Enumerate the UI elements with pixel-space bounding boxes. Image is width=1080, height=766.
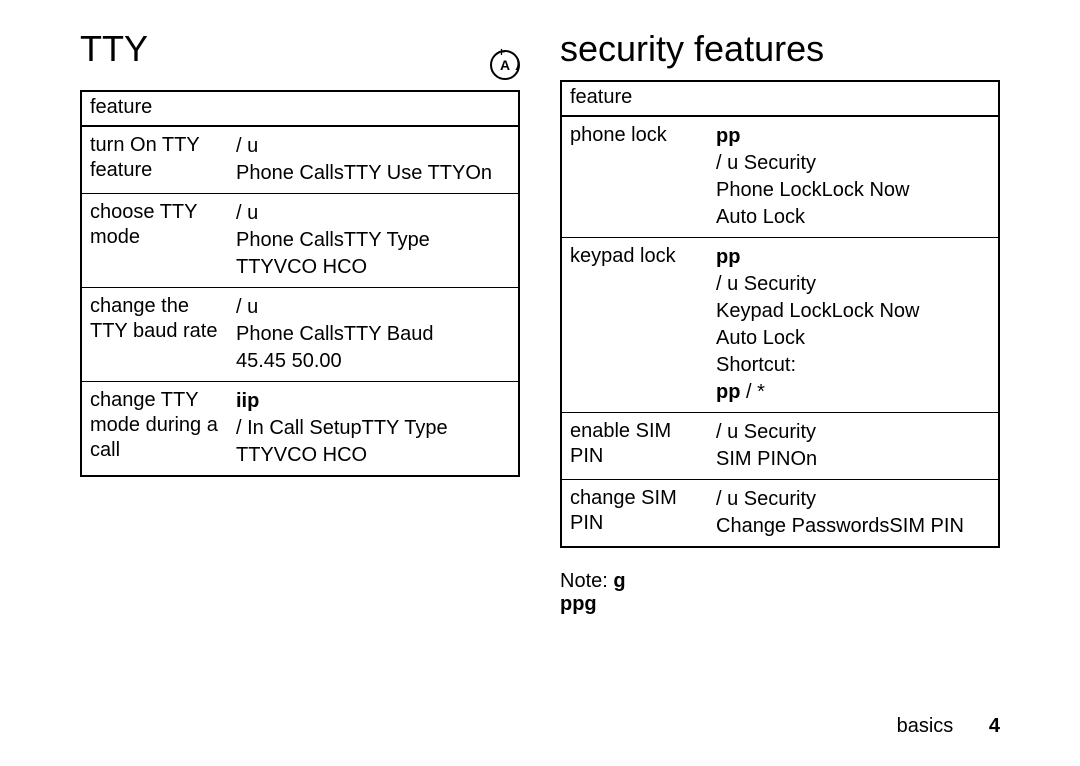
row-label: choose TTY mode	[81, 194, 228, 288]
security-table-header: feature	[561, 81, 999, 116]
note-ppg: ppg	[560, 593, 597, 615]
row-label: change SIM PIN	[561, 480, 708, 548]
paren-icon: )	[515, 54, 520, 70]
row-desc: / u SecuritySIM PINOn	[708, 413, 999, 480]
row-desc: / uPhone CallsTTY Use TTYOn	[228, 126, 519, 194]
security-heading: security features	[560, 28, 1000, 70]
table-row: enable SIM PIN / u SecuritySIM PINOn	[561, 413, 999, 480]
row-desc: / u SecurityChange PasswordsSIM PIN	[708, 480, 999, 548]
tty-table-header: feature	[81, 91, 519, 126]
row-desc: / uPhone CallsTTY Baud 45.45 50.00	[228, 288, 519, 382]
row-desc: pp / u SecurityPhone LockLock NowAuto Lo…	[708, 116, 999, 238]
row-desc: / uPhone CallsTTY Type TTYVCO HCO	[228, 194, 519, 288]
table-row: turn On TTY feature / uPhone CallsTTY Us…	[81, 126, 519, 194]
security-note: Note: g ppg	[560, 570, 1000, 616]
tty-column: TTY + ) feature turn On TTY feature / uP…	[80, 28, 520, 477]
table-row: choose TTY mode / uPhone CallsTTY Type T…	[81, 194, 519, 288]
row-label: change TTY mode during a call	[81, 382, 228, 477]
row-desc: pp / u SecurityKeypad LockLock NowAuto L…	[708, 238, 999, 413]
plus-icon: +	[498, 46, 505, 58]
row-label: enable SIM PIN	[561, 413, 708, 480]
tty-heading: TTY	[80, 28, 148, 70]
row-desc: iip/ In Call SetupTTY Type TTYVCO HCO	[228, 382, 519, 477]
row-label: change the TTY baud rate	[81, 288, 228, 382]
table-row: change SIM PIN / u SecurityChange Passwo…	[561, 480, 999, 548]
accessibility-icon: + )	[490, 50, 520, 80]
table-row: change the TTY baud rate / uPhone CallsT…	[81, 288, 519, 382]
tty-table: feature turn On TTY feature / uPhone Cal…	[80, 90, 520, 477]
footer-section: basics	[897, 715, 954, 737]
note-label: Note:	[560, 570, 613, 592]
table-row: keypad lock pp / u SecurityKeypad LockLo…	[561, 238, 999, 413]
page-footer: basics 4	[897, 715, 1000, 738]
security-table: feature phone lock pp / u SecurityPhone …	[560, 80, 1000, 548]
page: TTY + ) feature turn On TTY feature / uP…	[0, 0, 1080, 766]
footer-page-number: 4	[989, 715, 1000, 737]
tty-heading-row: TTY + )	[80, 28, 520, 80]
note-g: g	[613, 570, 625, 592]
table-row: change TTY mode during a call iip/ In Ca…	[81, 382, 519, 477]
row-label: keypad lock	[561, 238, 708, 413]
row-label: turn On TTY feature	[81, 126, 228, 194]
table-row: phone lock pp / u SecurityPhone LockLock…	[561, 116, 999, 238]
security-column: security features feature phone lock pp …	[560, 28, 1000, 616]
row-label: phone lock	[561, 116, 708, 238]
